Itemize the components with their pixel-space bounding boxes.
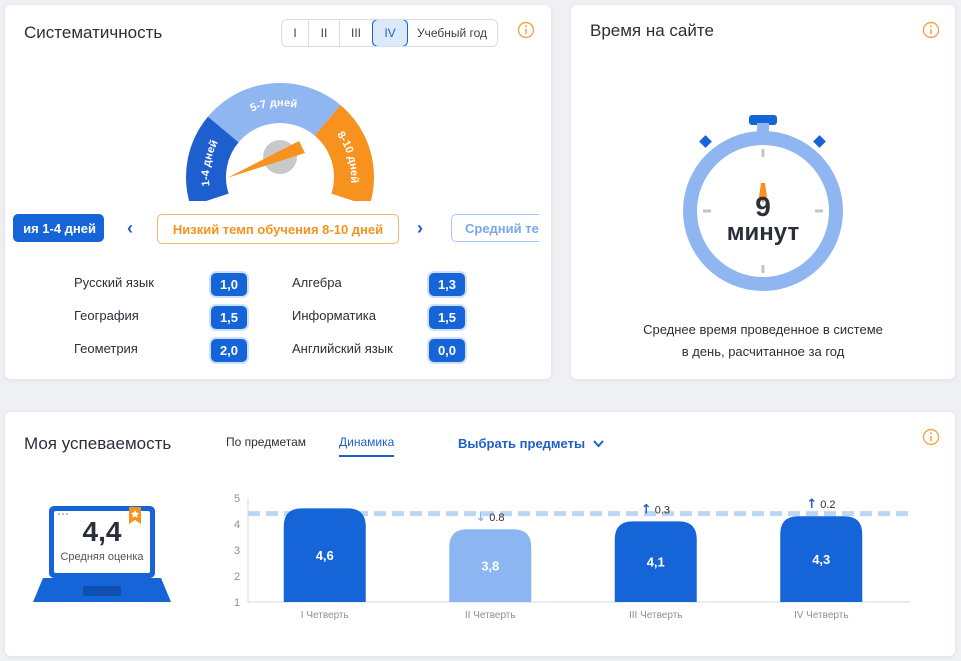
pace-pill-low[interactable]: Низкий темп обучения 8-10 дней xyxy=(157,214,399,244)
bar-value-label: 4,1 xyxy=(647,555,665,570)
subject-name: Английский язык xyxy=(292,341,393,356)
time-title: Время на сайте xyxy=(590,21,714,40)
delta-label: 0.2 xyxy=(820,499,835,511)
pace-pill-fast[interactable]: ия 1-4 дней xyxy=(13,214,104,242)
time-card: Время на сайте 9 минут Среднее время про… xyxy=(571,5,955,379)
performance-card: Моя успеваемость По предметам Динамика В… xyxy=(5,412,955,656)
performance-title: Моя успеваемость xyxy=(24,434,172,453)
tab-dynamics[interactable]: Динамика xyxy=(339,435,395,457)
systematic-gauge: 1-4 дней 5-7 дней 8-10 дней xyxy=(186,83,374,201)
chevron-left-icon[interactable]: ‹ xyxy=(127,218,133,239)
subject-score: 0,0 xyxy=(429,339,465,362)
subject-score: 1,5 xyxy=(429,306,465,329)
y-tick-label: 5 xyxy=(234,493,240,505)
time-caption-line1: Среднее время проведенное в системе xyxy=(643,322,883,337)
bar-value-label: 4,6 xyxy=(316,548,334,563)
bar-value-label: 4,3 xyxy=(812,552,830,567)
tab-period-1[interactable]: I xyxy=(282,20,309,46)
tab-school-year[interactable]: Учебный год xyxy=(407,20,497,46)
subject-score: 2,0 xyxy=(211,339,247,362)
subject-name: Информатика xyxy=(292,308,376,323)
y-tick-label: 2 xyxy=(234,571,240,583)
time-value: 9 xyxy=(755,191,771,222)
arrow-up-icon: ↑ xyxy=(806,497,817,512)
select-subjects-label: Выбрать предметы xyxy=(458,436,586,451)
x-tick-label: II Четверть xyxy=(465,610,516,621)
subject-score: 1,3 xyxy=(429,273,465,296)
subject-name: Русский язык xyxy=(74,275,154,290)
bar-value-label: 3,8 xyxy=(481,559,499,574)
y-tick-label: 3 xyxy=(234,545,240,557)
subject-score: 1,0 xyxy=(211,273,247,296)
tab-period-3[interactable]: III xyxy=(340,20,373,46)
tab-period-2[interactable]: II xyxy=(309,20,340,46)
arrow-up-icon: ↑ xyxy=(641,502,652,517)
delta-label: 0.8 xyxy=(489,512,504,524)
y-tick-label: 4 xyxy=(234,519,240,531)
time-caption: Среднее время проведенное в системе в де… xyxy=(611,319,915,363)
subject-name: Геометрия xyxy=(74,341,138,356)
time-caption-line2: в день, расчитанное за год xyxy=(681,344,845,359)
y-tick-label: 1 xyxy=(234,597,240,609)
x-tick-label: IV Четверть xyxy=(794,610,849,621)
delta-label: 0.3 xyxy=(655,504,670,516)
x-tick-label: I Четверть xyxy=(301,610,349,621)
subject-score: 1,5 xyxy=(211,306,247,329)
average-grade-value: 4,4 xyxy=(82,516,122,547)
chevron-down-icon xyxy=(592,436,604,451)
performance-chart: 1 2 3 4 5 4,6 I Четверть 3,8 II Четверть ↓ 0.8 4,1 I… xyxy=(234,493,910,621)
subject-name: Алгебра xyxy=(292,275,342,290)
tab-period-4[interactable]: IV xyxy=(372,20,408,46)
chevron-right-icon[interactable]: › xyxy=(417,218,423,239)
select-subjects-dropdown[interactable]: Выбрать предметы xyxy=(458,436,604,451)
x-tick-label: III Четверть xyxy=(629,610,682,621)
info-icon[interactable] xyxy=(922,428,940,446)
subject-name: География xyxy=(74,308,139,323)
period-tabs: I II III IV Учебный год xyxy=(281,19,498,47)
arrow-down-icon: ↓ xyxy=(475,510,486,525)
time-unit: минут xyxy=(726,219,800,246)
systematic-title: Систематичность xyxy=(24,23,163,42)
info-icon[interactable] xyxy=(922,21,940,39)
systematic-card: Систематичность I II III IV Учебный год … xyxy=(5,5,551,379)
info-icon[interactable] xyxy=(517,21,535,39)
tab-by-subjects[interactable]: По предметам xyxy=(226,435,306,449)
pace-pill-medium[interactable]: Средний те xyxy=(451,214,539,242)
average-grade-label: Средняя оценка xyxy=(60,551,144,563)
